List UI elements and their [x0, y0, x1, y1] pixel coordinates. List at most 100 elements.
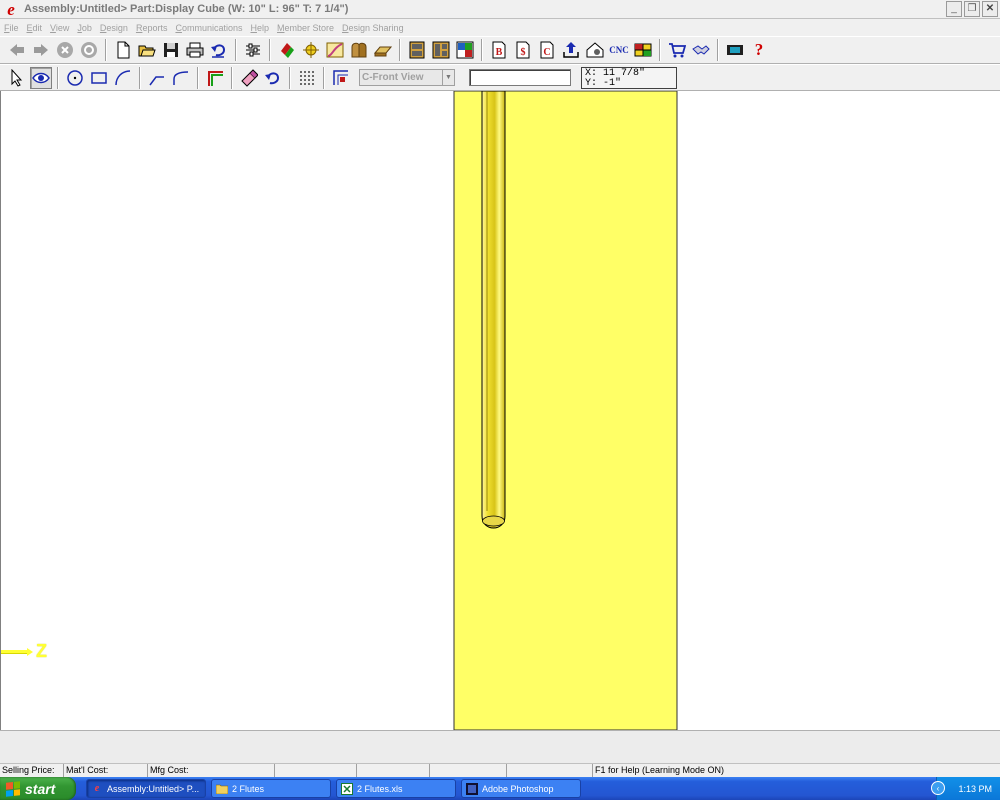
z-axis-indicator: Z [1, 641, 47, 662]
report-b-button[interactable]: B [488, 39, 510, 61]
menu-design-sharing[interactable]: Design Sharing [338, 23, 408, 33]
door-button[interactable] [348, 39, 370, 61]
calendar-button[interactable] [632, 39, 654, 61]
open-button[interactable] [136, 39, 158, 61]
svg-text:$: $ [521, 47, 526, 58]
grid-dots-icon [300, 70, 314, 85]
menu-design[interactable]: Design [96, 23, 132, 33]
grid-button[interactable] [296, 67, 318, 89]
machine-button[interactable] [584, 39, 606, 61]
help-button[interactable]: ? [748, 39, 770, 61]
refresh-button[interactable] [78, 39, 100, 61]
materials-button[interactable] [276, 39, 298, 61]
store-button[interactable] [666, 39, 688, 61]
profile-button[interactable] [324, 39, 346, 61]
menu-help[interactable]: Help [246, 23, 273, 33]
part-view [453, 91, 678, 730]
toolbar-separator [659, 39, 661, 61]
layout-icon [432, 41, 450, 59]
grid-layout-button[interactable] [454, 39, 476, 61]
shopping-cart-icon [669, 43, 686, 58]
taskbar-item-assembly[interactable]: e Assembly:Untitled> P... [86, 779, 206, 798]
coordinate-readout: X: 11 7/8" Y: -1" [581, 66, 677, 89]
cnc-button[interactable]: CNC [608, 39, 630, 61]
system-tray: ‹ 1:13 PM [931, 777, 1000, 800]
view-select[interactable]: C-Front View ▼ [359, 69, 455, 86]
arc-icon [115, 69, 131, 85]
panel-board-icon [374, 46, 392, 57]
menu-job[interactable]: Job [73, 23, 96, 33]
cnc-label: CNC [609, 45, 629, 55]
layout-button[interactable] [430, 39, 452, 61]
settings-button[interactable] [242, 39, 264, 61]
excel-glyph [341, 782, 353, 795]
profile-curve-icon [326, 42, 344, 58]
open-folder-icon [138, 45, 156, 57]
taskbar-item-folder[interactable]: 2 Flutes [211, 779, 331, 798]
status-panel-empty [357, 764, 430, 777]
new-button[interactable] [112, 39, 134, 61]
report-c-button[interactable]: C [536, 39, 558, 61]
folder-glyph [216, 784, 228, 794]
chevron-down-icon[interactable]: ▼ [442, 70, 454, 85]
minimize-button[interactable]: _ [946, 1, 962, 17]
save-button[interactable] [160, 39, 182, 61]
restore-button[interactable]: ❐ [964, 1, 980, 17]
circle-tool-button[interactable] [64, 67, 86, 89]
save-disk-icon [164, 43, 178, 57]
svg-text:C: C [543, 47, 550, 58]
taskbar-item-photoshop[interactable]: Adobe Photoshop [461, 779, 581, 798]
line-tool-button[interactable] [146, 67, 168, 89]
menu-file[interactable]: File [0, 23, 23, 33]
hardware-button[interactable] [300, 39, 322, 61]
grid-color-icon [456, 41, 474, 59]
tray-expand-icon[interactable]: ‹ [931, 781, 945, 795]
menu-view[interactable]: View [46, 23, 73, 33]
snap-button[interactable] [330, 67, 352, 89]
help-question-icon: ? [754, 40, 764, 59]
select-button[interactable] [6, 67, 28, 89]
flute-groove[interactable] [481, 91, 506, 529]
arc-tool-button[interactable] [112, 67, 134, 89]
close-button[interactable]: ✕ [982, 1, 998, 17]
back-button[interactable] [6, 39, 28, 61]
fillet-icon [173, 70, 189, 85]
line-icon [149, 75, 164, 85]
z-axis-label: Z [36, 641, 47, 661]
flute-end-cap [482, 515, 505, 527]
sharing-button[interactable] [690, 39, 712, 61]
undo-draw-button[interactable] [262, 67, 284, 89]
cabinet-button[interactable] [406, 39, 428, 61]
toolbar-separator [269, 39, 271, 61]
video-button[interactable] [724, 39, 746, 61]
undo-button[interactable] [208, 39, 230, 61]
corner-tool-button[interactable] [204, 67, 226, 89]
refresh-icon [81, 42, 97, 58]
drawing-canvas[interactable]: Z [0, 91, 1000, 730]
export-button[interactable] [560, 39, 582, 61]
menu-member-store[interactable]: Member Store [273, 23, 338, 33]
menu-edit[interactable]: Edit [23, 23, 47, 33]
forward-arrow-icon [34, 44, 48, 56]
app-logo-icon[interactable]: e [2, 0, 20, 18]
back-arrow-icon [10, 44, 24, 56]
forward-button[interactable] [30, 39, 52, 61]
rectangle-tool-button[interactable] [88, 67, 110, 89]
eraser-icon [241, 68, 258, 87]
menu-communications[interactable]: Communications [171, 23, 246, 33]
stop-button[interactable] [54, 39, 76, 61]
command-input[interactable] [469, 69, 571, 86]
z-axis-line [1, 650, 27, 653]
report-cost-button[interactable]: $ [512, 39, 534, 61]
printer-icon [186, 42, 204, 58]
view-button[interactable] [30, 66, 52, 89]
eye-icon [32, 72, 50, 83]
panel-button[interactable] [372, 39, 394, 61]
taskbar-item-excel[interactable]: 2 Flutes.xls [336, 779, 456, 798]
menu-reports[interactable]: Reports [132, 23, 172, 33]
folder-icon [216, 783, 228, 795]
start-button[interactable]: start [0, 777, 76, 800]
fillet-tool-button[interactable] [170, 67, 192, 89]
eraser-tool-button[interactable] [238, 67, 260, 89]
print-button[interactable] [184, 39, 206, 61]
